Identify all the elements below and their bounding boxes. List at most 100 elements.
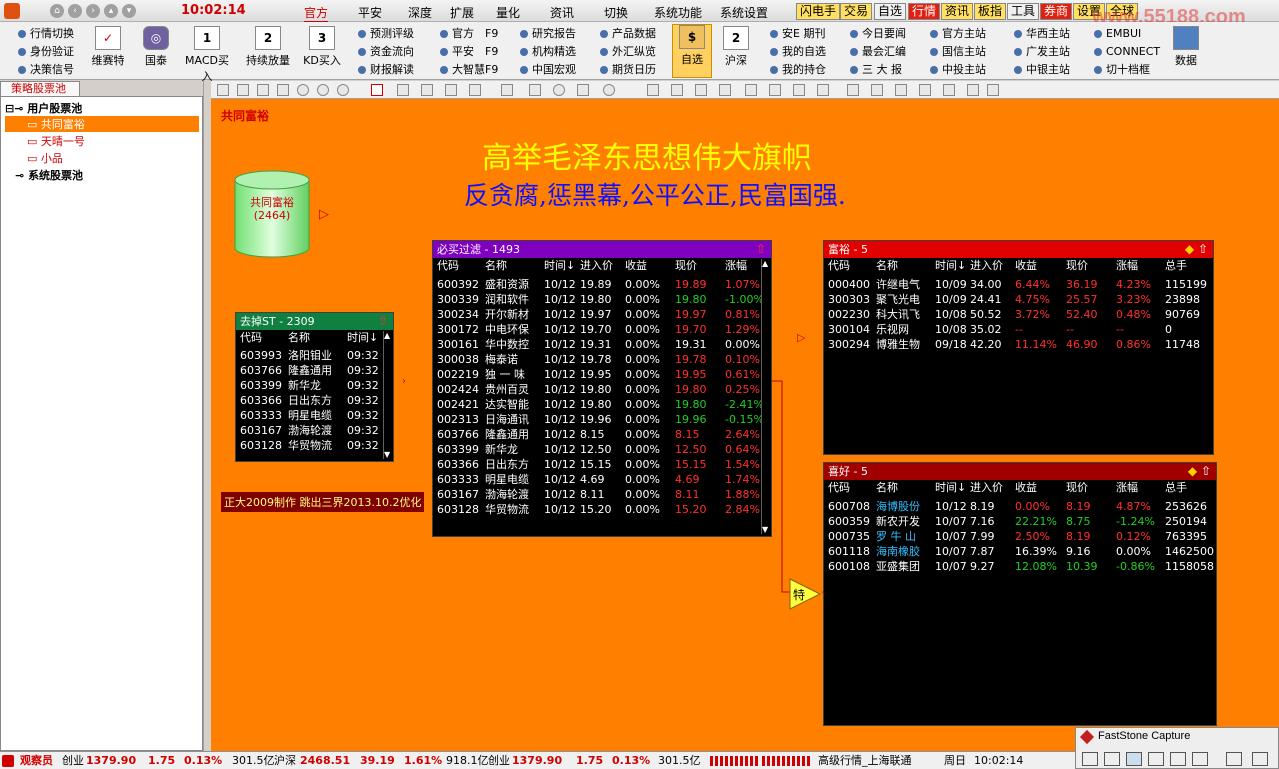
space-v-icon[interactable] — [871, 84, 883, 96]
shape-icon[interactable] — [397, 84, 409, 96]
align-top-icon[interactable] — [793, 84, 805, 96]
status-feed[interactable]: 高级行情_上海联通 — [818, 752, 912, 769]
table-row[interactable]: 603366 日出东方 10/12 15.15 0.00% 15.15 1.54% — [433, 457, 771, 472]
same-width-icon[interactable] — [895, 84, 907, 96]
col-code[interactable]: 代码 — [240, 330, 262, 345]
table-row[interactable]: 300303 聚飞光电 10/09 24.41 4.75% 25.57 3.23% 23898 — [824, 292, 1213, 307]
table-row[interactable]: 002313 日海通讯 10/12 19.96 0.00% 19.96 -0.15% — [433, 412, 771, 427]
table-row[interactable]: 603366 日出东方 09:32 — [236, 393, 393, 408]
col-entry-price[interactable]: 进入价 — [970, 258, 1003, 273]
delete-icon[interactable] — [277, 84, 289, 96]
table-row[interactable]: 002230 科大讯飞 10/08 50.52 3.72% 52.40 0.48% 90769 — [824, 307, 1213, 322]
col-price[interactable]: 现价 — [1066, 480, 1088, 495]
table-row[interactable]: 603766 隆鑫通用 09:32 — [236, 363, 393, 378]
col-return[interactable]: 收益 — [1015, 480, 1037, 495]
link-guanfang-f9[interactable]: 官方 F9 — [440, 25, 498, 43]
link-wode-chicang[interactable]: 我的持仓 — [770, 61, 826, 79]
menu-kuozhan[interactable]: 扩展 — [450, 4, 474, 21]
link-qie-shidang[interactable]: 切十档框 — [1094, 61, 1160, 79]
big-btn-shuju[interactable]: 数据 — [1166, 26, 1206, 68]
link-guangfa-zhuzhan[interactable]: 广发主站 — [1014, 43, 1070, 61]
capture-menu-icon[interactable] — [1252, 752, 1268, 766]
big-btn-guotai[interactable]: ◎ 国泰 — [136, 26, 176, 68]
col-time[interactable]: 时间↓ — [347, 330, 378, 345]
link-guanfang-zhuzhan[interactable]: 官方主站 — [930, 25, 986, 43]
center-h-icon[interactable] — [943, 84, 955, 96]
col-entry-price[interactable]: 进入价 — [580, 258, 613, 273]
scroll-down-icon[interactable]: ▼ — [762, 525, 768, 534]
status-index-name[interactable]: 沪深 — [274, 752, 296, 769]
tree-system-pool[interactable]: ⊸ 系统股票池 — [15, 167, 83, 183]
col-return[interactable]: 收益 — [625, 258, 647, 273]
table-row[interactable]: 603333 明星电缆 09:32 — [236, 408, 393, 423]
panel-header[interactable]: 富裕 - 5 ◆ ⇧ — [824, 241, 1213, 258]
back-icon[interactable]: ‹ — [68, 4, 82, 18]
link-jigou-jingxuan[interactable]: 机构精选 — [520, 43, 576, 61]
line-tool-icon[interactable] — [469, 84, 481, 96]
open-icon[interactable] — [237, 84, 249, 96]
tree-expand-icon[interactable]: ⊟⊸ — [5, 102, 23, 115]
btn-gongju[interactable]: 工具 — [1007, 3, 1040, 20]
col-volume[interactable]: 总手 — [1165, 258, 1187, 273]
col-volume[interactable]: 总手 — [1165, 480, 1187, 495]
table-row[interactable]: 600708 海博股份 10/12 8.19 0.00% 8.19 4.87% 253626 — [824, 499, 1216, 514]
center-v-icon[interactable] — [967, 84, 979, 96]
col-entry-price[interactable]: 进入价 — [970, 480, 1003, 495]
col-name[interactable]: 名称 — [876, 258, 898, 273]
copy-icon[interactable] — [647, 84, 659, 96]
link-guoxin-zhuzhan[interactable]: 国信主站 — [930, 43, 986, 61]
capture-window-icon[interactable] — [1082, 752, 1098, 766]
menu-shendu[interactable]: 深度 — [408, 4, 432, 21]
link-qihuo-rili[interactable]: 期货日历 — [600, 61, 656, 79]
new-icon[interactable] — [217, 84, 229, 96]
status-index-name[interactable]: 创业 — [62, 752, 84, 769]
scrollbar[interactable]: ▲ ▼ — [383, 331, 393, 459]
link-caibao-jiedu[interactable]: 财报解读 — [358, 61, 414, 79]
tree-item-xiaopin[interactable]: ▭ 小品 — [27, 150, 63, 166]
tree-item-gongtong-fuyu[interactable]: ▭ 共同富裕 — [5, 116, 199, 132]
link-yuce-pingji[interactable]: 预测评级 — [358, 25, 414, 43]
link-juece-xinhao[interactable]: 决策信号 — [18, 61, 74, 79]
link-zijin-liuxiang[interactable]: 资金流向 — [358, 43, 414, 61]
panel-fuyu[interactable]: 富裕 - 5 ◆ ⇧ 代码 名称 时间↓ 进入价 收益 现价 涨幅 总手 0004… — [823, 240, 1214, 455]
up-arrow-icon[interactable]: ◆ ⇧ — [1188, 463, 1211, 480]
save-icon[interactable] — [257, 84, 269, 96]
link-jinri-yaowen[interactable]: 今日要闻 — [850, 25, 906, 43]
link-zhongyin-zhuzhan[interactable]: 中银主站 — [1014, 61, 1070, 79]
link-chanpin-shuju[interactable]: 产品数据 — [600, 25, 656, 43]
tab-strategy-pool[interactable]: 策略股票池 — [0, 81, 80, 97]
align-left-icon[interactable] — [745, 84, 757, 96]
capture-settings-icon[interactable] — [1226, 752, 1242, 766]
table-row[interactable]: 600392 盛和资源 10/12 19.89 0.00% 19.89 1.07% — [433, 277, 771, 292]
capture-object-icon[interactable] — [1104, 752, 1120, 766]
btn-hangqing[interactable]: 行情 — [908, 3, 941, 20]
capture-freehand-icon[interactable] — [1148, 752, 1164, 766]
lock-icon[interactable] — [987, 84, 999, 96]
rect-tool-icon[interactable] — [529, 84, 541, 96]
pointer-icon[interactable] — [371, 84, 383, 96]
link-embui[interactable]: EMBUI — [1094, 25, 1160, 43]
table-row[interactable]: 603333 明星电缆 10/12 4.69 0.00% 4.69 1.74% — [433, 472, 771, 487]
status-user[interactable]: 观察员 — [20, 752, 53, 769]
menu-system-func[interactable]: 系统功能 — [654, 4, 702, 21]
table-row[interactable]: 300161 华中数控 10/12 19.31 0.00% 19.31 0.00% — [433, 337, 771, 352]
btn-zixuan[interactable]: 自选 — [874, 3, 907, 20]
link-dazhihui-f9[interactable]: 大智慧F9 — [440, 61, 498, 79]
table-row[interactable]: 603167 渤海轮渡 10/12 8.11 0.00% 8.11 1.88% — [433, 487, 771, 502]
tree-user-pool[interactable]: ⊟⊸ 用户股票池 — [5, 100, 82, 116]
big-btn-kd[interactable]: 3 KD买入 — [300, 26, 344, 68]
panel-header[interactable]: 必买过滤 - 1493 ⇧ — [433, 241, 771, 258]
col-time[interactable]: 时间↓ — [544, 258, 575, 273]
table-row[interactable]: 603128 华贸物流 09:32 — [236, 438, 393, 453]
scroll-down-icon[interactable]: ▼ — [384, 450, 390, 459]
col-price[interactable]: 现价 — [675, 258, 697, 273]
btn-shandianshou[interactable]: 闪电手 — [796, 3, 841, 20]
special-filter-node[interactable]: 特 — [789, 578, 822, 613]
table-row[interactable]: 000735 罗 牛 山 10/07 7.99 2.50% 8.19 0.12% 763395 — [824, 529, 1216, 544]
table-row[interactable]: 000400 许继电气 10/09 34.00 6.44% 36.19 4.23% 11519… — [824, 277, 1213, 292]
table-row[interactable]: 002421 达实智能 10/12 19.80 0.00% 19.80 -2.41% — [433, 397, 771, 412]
table-row[interactable]: 300234 开尔新材 10/12 19.97 0.00% 19.97 0.81% — [433, 307, 771, 322]
scrollbar[interactable]: ▲ ▼ — [761, 259, 771, 534]
scroll-up-icon[interactable]: ▲ — [762, 259, 768, 268]
up-arrow-icon[interactable]: ⇧ — [378, 313, 388, 330]
